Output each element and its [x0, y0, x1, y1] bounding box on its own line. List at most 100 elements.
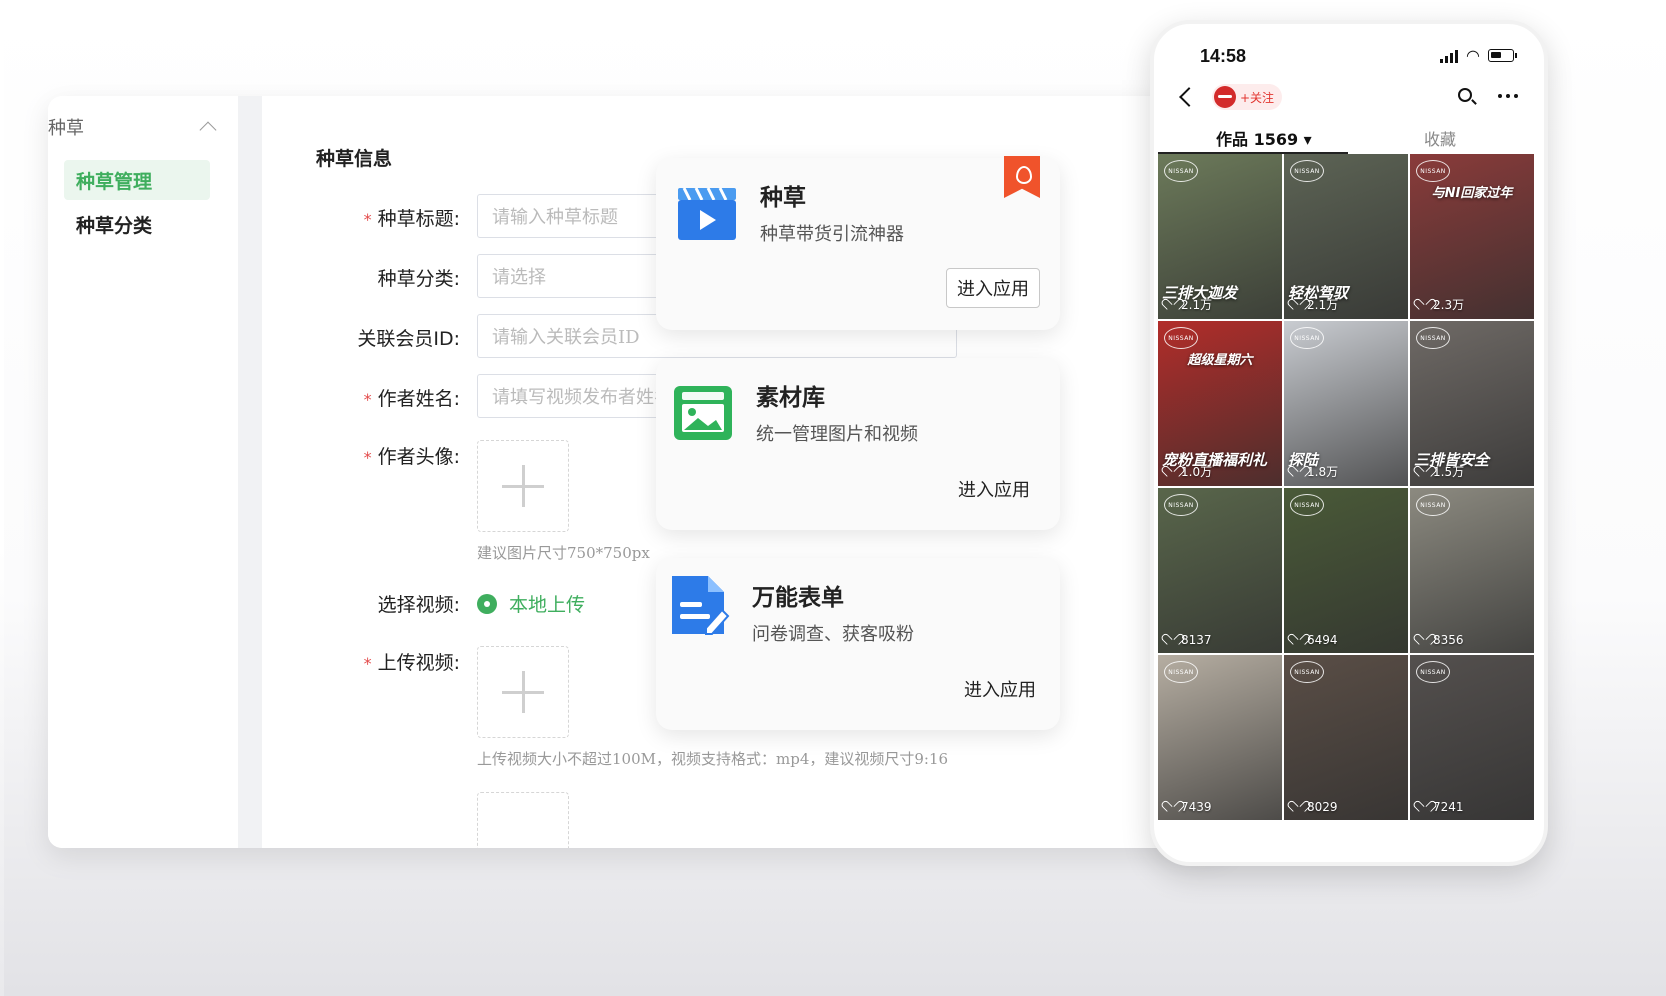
video-thumbnail[interactable]: NISSAN 8356 — [1410, 488, 1534, 653]
video-top-caption: 与NI回家过年 — [1431, 186, 1513, 201]
required-mark: * — [363, 210, 372, 229]
required-mark: * — [363, 390, 372, 409]
phone-mockup: 14:58 ◠ +关注 作品 1569 ▾ 收藏 NISSAN 三排大迦发 2.1万… — [1150, 20, 1548, 866]
brand-logo: NISSAN — [1290, 494, 1324, 516]
brand-logo: NISSAN — [1290, 327, 1324, 349]
heart-icon — [1292, 635, 1303, 645]
like-count: 1.8万 — [1292, 463, 1338, 480]
brand-logo: NISSAN — [1290, 661, 1324, 683]
heart-icon — [1292, 300, 1303, 310]
sidebar-group-header[interactable]: 种草 — [48, 112, 218, 142]
image-library-icon — [674, 386, 732, 440]
search-icon[interactable] — [1458, 88, 1472, 102]
member-id-label: 关联会员ID: — [357, 328, 460, 350]
brand-logo: NISSAN — [1164, 494, 1198, 516]
heart-icon — [1166, 300, 1177, 310]
card-description: 问卷调查、获客吸粉 — [752, 624, 914, 645]
video-hint: 上传视频大小不超过100M，视频支持格式：mp4，建议视频尺寸9:16 — [477, 750, 949, 768]
like-count: 6494 — [1292, 633, 1338, 647]
video-source-label: 选择视频: — [377, 594, 460, 616]
heart-icon — [1418, 300, 1429, 310]
form-document-icon — [672, 576, 730, 635]
brand-logo: NISSAN — [1164, 327, 1198, 349]
signal-icon — [1440, 50, 1458, 63]
video-thumbnail[interactable]: NISSAN 6494 — [1284, 488, 1408, 653]
brand-logo: NISSAN — [1416, 160, 1450, 182]
like-count: 2.1万 — [1292, 296, 1338, 313]
brand-logo: NISSAN — [1164, 661, 1198, 683]
video-thumbnail[interactable]: NISSAN 7439 — [1158, 655, 1282, 820]
like-count: 2.1万 — [1166, 296, 1212, 313]
video-thumbnail[interactable]: NISSAN 轻松驾驭 2.1万 — [1284, 154, 1408, 319]
chevron-up-icon[interactable] — [199, 121, 217, 139]
enter-app-button[interactable]: 进入应用 — [948, 470, 1040, 508]
card-title: 素材库 — [756, 385, 825, 411]
title-label: * 种草标题: — [363, 208, 460, 230]
like-count: 7439 — [1166, 800, 1212, 814]
video-upload[interactable] — [477, 646, 569, 738]
avatar — [1214, 86, 1236, 108]
app-card-grass: 种草 种草带货引流神器 进入应用 — [656, 156, 1060, 330]
enter-app-button[interactable]: 进入应用 — [954, 670, 1046, 708]
avatar-upload[interactable] — [477, 440, 569, 532]
video-thumbnail[interactable]: NISSAN 探陆 1.8万 — [1284, 321, 1408, 486]
radio-checked-icon — [477, 593, 497, 614]
video-upload-label: * 上传视频: — [363, 652, 460, 674]
local-upload-radio[interactable]: 本地上传 — [477, 590, 585, 617]
like-count: 1.5万 — [1418, 463, 1464, 480]
required-mark: * — [363, 448, 372, 467]
hot-flame-icon — [1004, 156, 1040, 198]
author-name-label: * 作者姓名: — [363, 388, 460, 410]
heart-icon — [1418, 467, 1429, 477]
video-top-caption: 超级星期六 — [1187, 353, 1253, 368]
like-count: 8029 — [1292, 800, 1338, 814]
avatar-label: * 作者头像: — [363, 446, 460, 468]
brand-logo: NISSAN — [1290, 160, 1324, 182]
card-description: 种草带货引流神器 — [760, 224, 904, 245]
more-icon[interactable] — [1498, 94, 1518, 98]
heart-icon — [1418, 635, 1429, 645]
card-description: 统一管理图片和视频 — [756, 424, 918, 445]
battery-icon — [1488, 49, 1517, 62]
brand-logo: NISSAN — [1416, 661, 1450, 683]
heart-icon — [1166, 802, 1177, 812]
app-card-material-library: 素材库 统一管理图片和视频 进入应用 — [656, 358, 1060, 530]
sidebar-group-label: 种草 — [48, 118, 84, 139]
sidebar-item-grass-category[interactable]: 种草分类 — [64, 204, 210, 244]
like-count: 8356 — [1418, 633, 1464, 647]
sidebar-item-grass-management[interactable]: 种草管理 — [64, 160, 210, 200]
heart-icon — [1418, 802, 1429, 812]
video-thumbnail[interactable]: NISSAN 与NI回家过年 2.3万 — [1410, 154, 1534, 319]
tab-collect[interactable]: 收藏 — [1424, 126, 1456, 150]
video-thumbnail[interactable]: NISSAN 7241 — [1410, 655, 1534, 820]
like-count: 1.0万 — [1166, 463, 1212, 480]
play-video-icon — [678, 187, 736, 240]
brand-logo: NISSAN — [1416, 327, 1450, 349]
status-time: 14:58 — [1200, 46, 1247, 66]
video-thumbnail[interactable]: NISSAN 8137 — [1158, 488, 1282, 653]
section-title: 种草信息 — [316, 148, 393, 170]
video-thumbnail[interactable]: NISSAN 三排皆安全 1.5万 — [1410, 321, 1534, 486]
card-title: 种草 — [760, 185, 806, 211]
sidebar: 种草 种草管理 种草分类 — [48, 96, 238, 848]
heart-icon — [1166, 467, 1177, 477]
category-label: 种草分类: — [377, 268, 460, 290]
like-count: 8137 — [1166, 633, 1212, 647]
video-thumbnail[interactable]: NISSAN 8029 — [1284, 655, 1408, 820]
next-upload-box[interactable] — [477, 792, 569, 848]
video-thumbnail[interactable]: NISSAN 三排大迦发 2.1万 — [1158, 154, 1282, 319]
heart-icon — [1292, 467, 1303, 477]
like-count: 2.3万 — [1418, 296, 1464, 313]
avatar-hint: 建议图片尺寸750*750px — [477, 544, 650, 562]
follow-button[interactable]: +关注 — [1212, 84, 1283, 110]
back-icon[interactable] — [1179, 87, 1199, 107]
video-thumbnail[interactable]: NISSAN 超级星期六 宠粉直播福利礼 1.0万 — [1158, 321, 1282, 486]
sidebar-item-label: 种草分类 — [76, 214, 153, 237]
app-card-universal-form: 万能表单 问卷调查、获客吸粉 进入应用 — [656, 558, 1060, 730]
like-count: 7241 — [1418, 800, 1464, 814]
brand-logo: NISSAN — [1416, 494, 1450, 516]
sidebar-item-label: 种草管理 — [76, 170, 153, 193]
tab-works[interactable]: 作品 1569 ▾ — [1216, 126, 1312, 150]
enter-app-button[interactable]: 进入应用 — [946, 268, 1040, 308]
video-grid: NISSAN 三排大迦发 2.1万 NISSAN 轻松驾驭 2.1万 NISSAN 与NI回家… — [1158, 154, 1536, 820]
